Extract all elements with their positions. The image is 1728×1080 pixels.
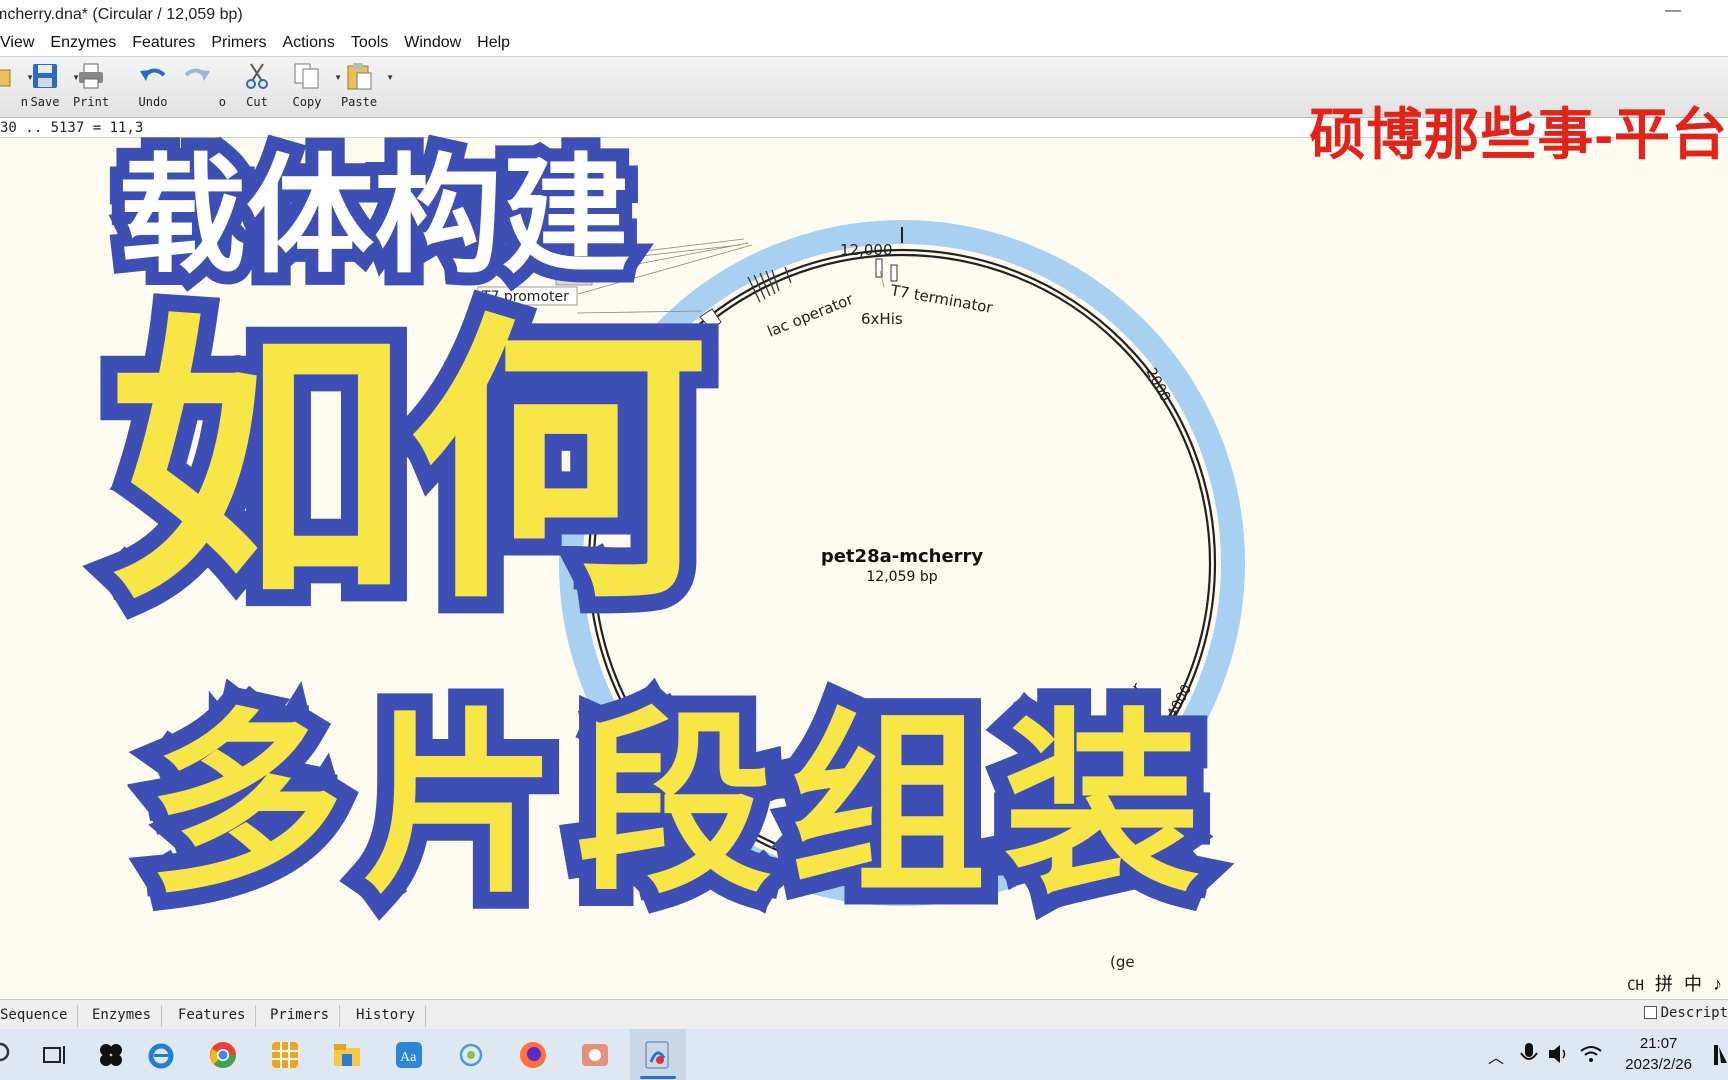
tick-label-12000: 12,000 bbox=[840, 241, 893, 259]
chrome-icon[interactable] bbox=[208, 1040, 238, 1070]
paste-button[interactable]: Paste ▼ bbox=[330, 61, 394, 115]
menu-bar: View Enzymes Features Primers Actions To… bbox=[0, 30, 1728, 56]
speaker-icon[interactable] bbox=[1546, 1041, 1572, 1067]
taskbar: Aa ︿ 21:07 2023/2/26 bbox=[0, 1029, 1728, 1080]
photo-app-icon[interactable] bbox=[580, 1040, 610, 1070]
active-app-indicator bbox=[640, 1076, 676, 1079]
copy-label: Copy bbox=[292, 95, 322, 109]
ime-ch: CH bbox=[1627, 978, 1644, 994]
overlay-title-line2: 如何 bbox=[91, 290, 725, 639]
menu-actions[interactable]: Actions bbox=[282, 34, 334, 52]
description-label: Descript bbox=[1660, 1005, 1728, 1021]
snapgene-window: mcherry.dna* (Circular / 12,059 bp) — Vi… bbox=[0, 0, 1728, 1080]
floppy-disk-icon bbox=[33, 64, 57, 88]
task-view-icon[interactable] bbox=[40, 1040, 70, 1070]
tab-history[interactable]: History bbox=[346, 1005, 427, 1027]
undo-icon bbox=[140, 68, 166, 81]
microphone-icon[interactable] bbox=[1518, 1041, 1540, 1067]
firefox-icon[interactable] bbox=[518, 1040, 548, 1070]
menu-view[interactable]: View bbox=[0, 34, 34, 52]
description-toggle[interactable]: Descript bbox=[1643, 1005, 1728, 1021]
widgets-icon[interactable] bbox=[96, 1040, 126, 1070]
copy-button[interactable]: Copy ▼ bbox=[278, 61, 342, 115]
view-tab-bar: Sequence Enzymes Features Primers Histor… bbox=[0, 999, 1728, 1029]
menu-enzymes[interactable]: Enzymes bbox=[50, 34, 116, 52]
clock-date: 2023/2/26 bbox=[1625, 1056, 1692, 1073]
tab-primers[interactable]: Primers bbox=[260, 1005, 341, 1027]
ime-pinyin: 拼 bbox=[1654, 974, 1673, 994]
minimize-button[interactable]: — bbox=[1658, 2, 1688, 26]
overlay-title-line1: 载体构建 bbox=[105, 129, 643, 304]
ime-zh: 中 bbox=[1683, 974, 1702, 994]
tab-features[interactable]: Features bbox=[168, 1005, 257, 1027]
clipboard-icon bbox=[347, 63, 372, 90]
redo-icon bbox=[184, 68, 210, 81]
wifi-icon[interactable] bbox=[1578, 1041, 1604, 1067]
printer-icon bbox=[79, 63, 103, 89]
ime-indicator[interactable]: CH 拼 中 ♪ bbox=[1621, 970, 1722, 996]
menu-tools[interactable]: Tools bbox=[351, 34, 388, 52]
feature-label-t7-terminator[interactable]: T7 terminator bbox=[888, 281, 995, 317]
tab-enzymes[interactable]: Enzymes bbox=[82, 1005, 163, 1027]
system-clock[interactable]: 21:07 2023/2/26 bbox=[1625, 1033, 1692, 1075]
svg-text:Aa: Aa bbox=[400, 1050, 417, 1065]
network-app-icon[interactable] bbox=[456, 1040, 486, 1070]
feature-label-6xhis-right[interactable]: 6xHis bbox=[861, 310, 903, 328]
folder-icon bbox=[0, 69, 11, 87]
mcs-feature-cluster[interactable] bbox=[699, 258, 1034, 749]
plasmid-name: pet28a-mcherry bbox=[821, 546, 984, 567]
window-title: mcherry.dna* (Circular / 12,059 bp) bbox=[0, 6, 243, 23]
chevron-down-icon[interactable]: ▼ bbox=[386, 73, 394, 82]
clock-time: 21:07 bbox=[1639, 1035, 1678, 1052]
watermark-text: 硕博那些事-平台 bbox=[1309, 103, 1728, 166]
chevron-up-icon[interactable]: ︿ bbox=[1488, 1044, 1504, 1068]
menu-window[interactable]: Window bbox=[404, 34, 461, 52]
feature-label-lac-operator[interactable]: lac operator bbox=[765, 290, 857, 341]
description-checkbox[interactable] bbox=[1643, 1006, 1657, 1019]
scissors-icon bbox=[246, 63, 268, 89]
search-icon[interactable] bbox=[0, 1040, 18, 1070]
print-button[interactable]: Print bbox=[62, 61, 120, 115]
title-bar: mcherry.dna* (Circular / 12,059 bp) — bbox=[0, 0, 1728, 30]
menu-features[interactable]: Features bbox=[132, 34, 195, 52]
snapgene-icon[interactable] bbox=[642, 1040, 672, 1070]
redo-button[interactable]: o bbox=[168, 61, 226, 115]
overlay-title-line3: 多片段组装 bbox=[131, 691, 1219, 921]
redo-label: o bbox=[218, 95, 226, 109]
print-label: Print bbox=[72, 95, 110, 109]
menu-primers[interactable]: Primers bbox=[211, 34, 266, 52]
grid-app-icon[interactable] bbox=[270, 1040, 300, 1070]
dictionary-icon[interactable]: Aa bbox=[394, 1040, 424, 1070]
terminator-box[interactable] bbox=[890, 264, 898, 282]
copy-icon bbox=[294, 63, 319, 89]
paste-label: Paste bbox=[340, 95, 378, 109]
menu-help[interactable]: Help bbox=[477, 34, 510, 52]
music-note-icon: ♪ bbox=[1713, 974, 1722, 994]
plasmid-length: 12,059 bp bbox=[866, 569, 937, 585]
file-explorer-icon[interactable] bbox=[332, 1040, 362, 1070]
notification-icon[interactable] bbox=[1712, 1043, 1728, 1067]
feature-label-gene[interactable]: (ge bbox=[1110, 953, 1135, 971]
tab-sequence[interactable]: Sequence bbox=[0, 1005, 79, 1027]
ie-icon[interactable] bbox=[146, 1040, 176, 1070]
